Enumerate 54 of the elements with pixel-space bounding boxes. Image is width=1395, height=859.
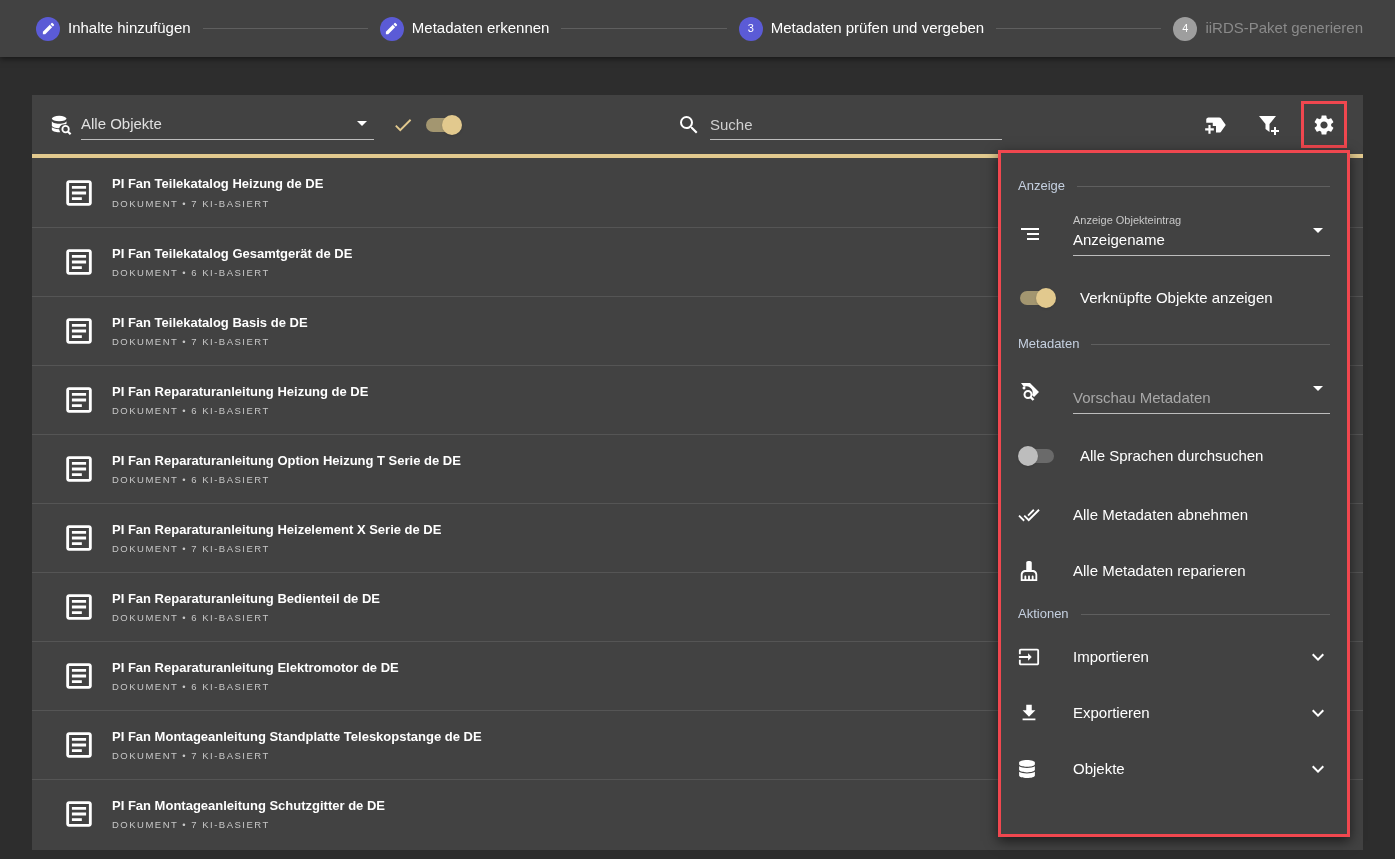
step-number: 4 bbox=[1173, 16, 1198, 41]
settings-icon bbox=[1312, 112, 1336, 137]
menu-action[interactable]: Alle Metadaten reparieren bbox=[1018, 543, 1330, 599]
dropdown-caret-icon bbox=[357, 120, 367, 126]
row-title: PI Fan Montageanleitung Standplatte Teleskopstange de DE bbox=[112, 727, 482, 746]
expandable-menu-item[interactable]: Objekte bbox=[1018, 741, 1330, 797]
search-field[interactable]: Suche bbox=[710, 109, 1002, 140]
select-field[interactable]: Anzeige Objekteintrag Anzeigename bbox=[1073, 212, 1330, 256]
row-title: PI Fan Reparaturanleitung Elektromotor de DE bbox=[112, 658, 399, 677]
row-title: PI Fan Teilekatalog Gesamtgerät de DE bbox=[112, 244, 353, 263]
row-title: PI Fan Reparaturanleitung Heizung de DE bbox=[112, 382, 369, 401]
select-field[interactable]: Vorschau Metadaten bbox=[1073, 370, 1330, 414]
row-subtitle: DOKUMENT • 6 KI-BASIERT bbox=[112, 404, 271, 419]
section-heading: Metadaten bbox=[1018, 335, 1080, 354]
pencil-icon bbox=[379, 16, 404, 41]
row-subtitle: DOKUMENT • 7 KI-BASIERT bbox=[112, 335, 271, 350]
settings-button[interactable] bbox=[1301, 101, 1347, 148]
step-number: 3 bbox=[738, 16, 763, 41]
step[interactable]: Metadaten erkennen bbox=[379, 16, 550, 41]
tag-search-icon bbox=[1018, 380, 1042, 404]
expandable-menu-item[interactable]: Importieren bbox=[1018, 629, 1330, 685]
row-title: PI Fan Teilekatalog Heizung de DE bbox=[112, 175, 324, 194]
row-title: PI Fan Montageanleitung Schutzgitter de DE bbox=[112, 796, 385, 815]
row-subtitle: DOKUMENT • 7 KI-BASIERT bbox=[112, 749, 271, 764]
row-title: PI Fan Teilekatalog Basis de DE bbox=[112, 313, 308, 332]
toggle-switch[interactable] bbox=[1018, 446, 1056, 466]
row-subtitle: DOKUMENT • 7 KI-BASIERT bbox=[112, 542, 271, 557]
toggle-label: Verknüpfte Objekte anzeigen bbox=[1080, 287, 1273, 308]
row-title: PI Fan Reparaturanleitung Option Heizung T Serie de DE bbox=[112, 451, 461, 470]
row-subtitle: DOKUMENT • 7 KI-BASIERT bbox=[112, 818, 271, 833]
step[interactable]: Inhalte hinzufügen bbox=[36, 16, 191, 41]
row-subtitle: DOKUMENT • 6 KI-BASIERT bbox=[112, 473, 271, 488]
menu-action[interactable]: Alle Metadaten abnehmen bbox=[1018, 487, 1330, 543]
row-subtitle: DOKUMENT • 6 KI-BASIERT bbox=[112, 266, 271, 281]
import-icon bbox=[1018, 646, 1040, 668]
section-heading: Aktionen bbox=[1018, 605, 1069, 624]
expandable-menu-item[interactable]: Exportieren bbox=[1018, 685, 1330, 741]
section-heading: Anzeige bbox=[1018, 177, 1065, 196]
dropdown-caret-icon bbox=[1313, 386, 1323, 391]
pencil-icon bbox=[36, 16, 60, 41]
step[interactable]: 3 Metadaten prüfen und vergeben bbox=[738, 16, 985, 41]
object-filter-select[interactable]: Alle Objekte bbox=[81, 109, 374, 140]
dropdown-caret-icon bbox=[1313, 228, 1323, 233]
row-title: PI Fan Reparaturanleitung Bedienteil de DE bbox=[112, 589, 380, 608]
row-subtitle: DOKUMENT • 7 KI-BASIERT bbox=[112, 196, 271, 211]
row-subtitle: DOKUMENT • 6 KI-BASIERT bbox=[112, 680, 271, 695]
database-search-icon bbox=[50, 113, 72, 136]
broom-icon bbox=[1018, 560, 1040, 582]
toggle-switch[interactable] bbox=[424, 114, 462, 135]
toggle-switch[interactable] bbox=[1018, 288, 1056, 308]
database-icon bbox=[1018, 760, 1036, 778]
row-subtitle: DOKUMENT • 6 KI-BASIERT bbox=[112, 611, 271, 626]
row-title: PI Fan Reparaturanleitung Heizelement X Serie de DE bbox=[112, 520, 442, 539]
toggle-label: Alle Sprachen durchsuchen bbox=[1080, 445, 1264, 466]
